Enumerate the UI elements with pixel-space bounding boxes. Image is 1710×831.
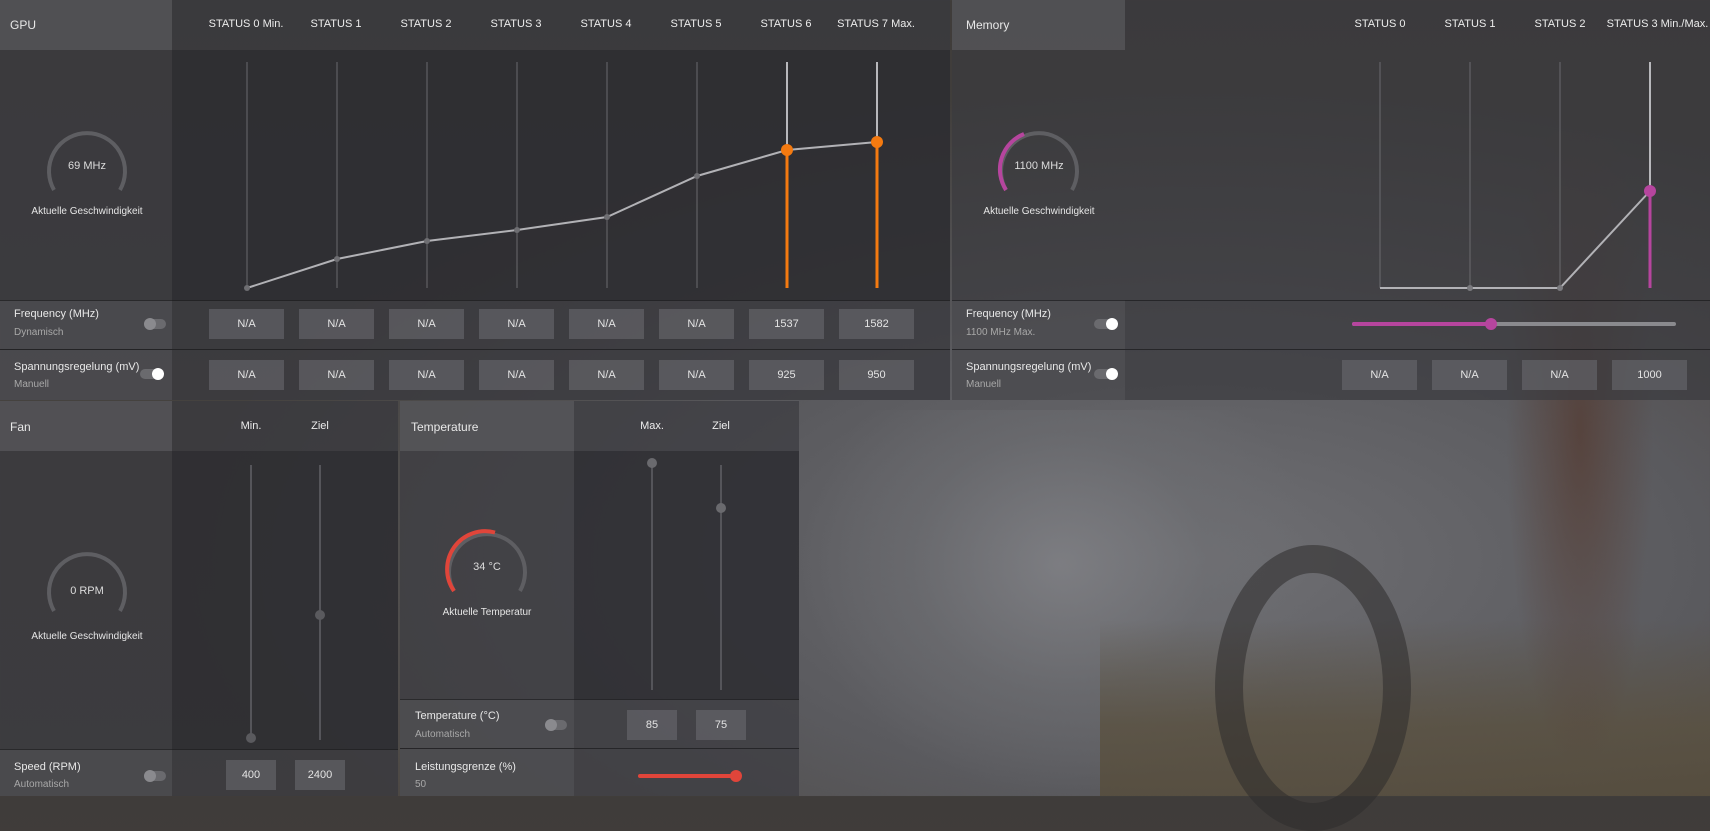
power-limit-slider[interactable] (0, 0, 800, 790)
memory-voltage-field-0[interactable]: N/A (1342, 360, 1417, 390)
memory-voltage-label: Spannungsregelung (mV) (966, 361, 1092, 373)
memory-voltage-mode: Manuell (966, 379, 1002, 390)
divider (952, 349, 1710, 350)
gpu-voltage-field-7[interactable]: 950 (839, 360, 914, 390)
memory-voltage-field-2[interactable]: N/A (1522, 360, 1597, 390)
memory-voltage-field-1[interactable]: N/A (1432, 360, 1507, 390)
memory-voltage-toggle[interactable] (1094, 368, 1118, 380)
power-limit-slider-handle (730, 770, 742, 782)
memory-frequency-slider-handle (1485, 318, 1497, 330)
memory-voltage-field-3[interactable]: 1000 (1612, 360, 1687, 390)
background-wheel (1215, 545, 1411, 831)
